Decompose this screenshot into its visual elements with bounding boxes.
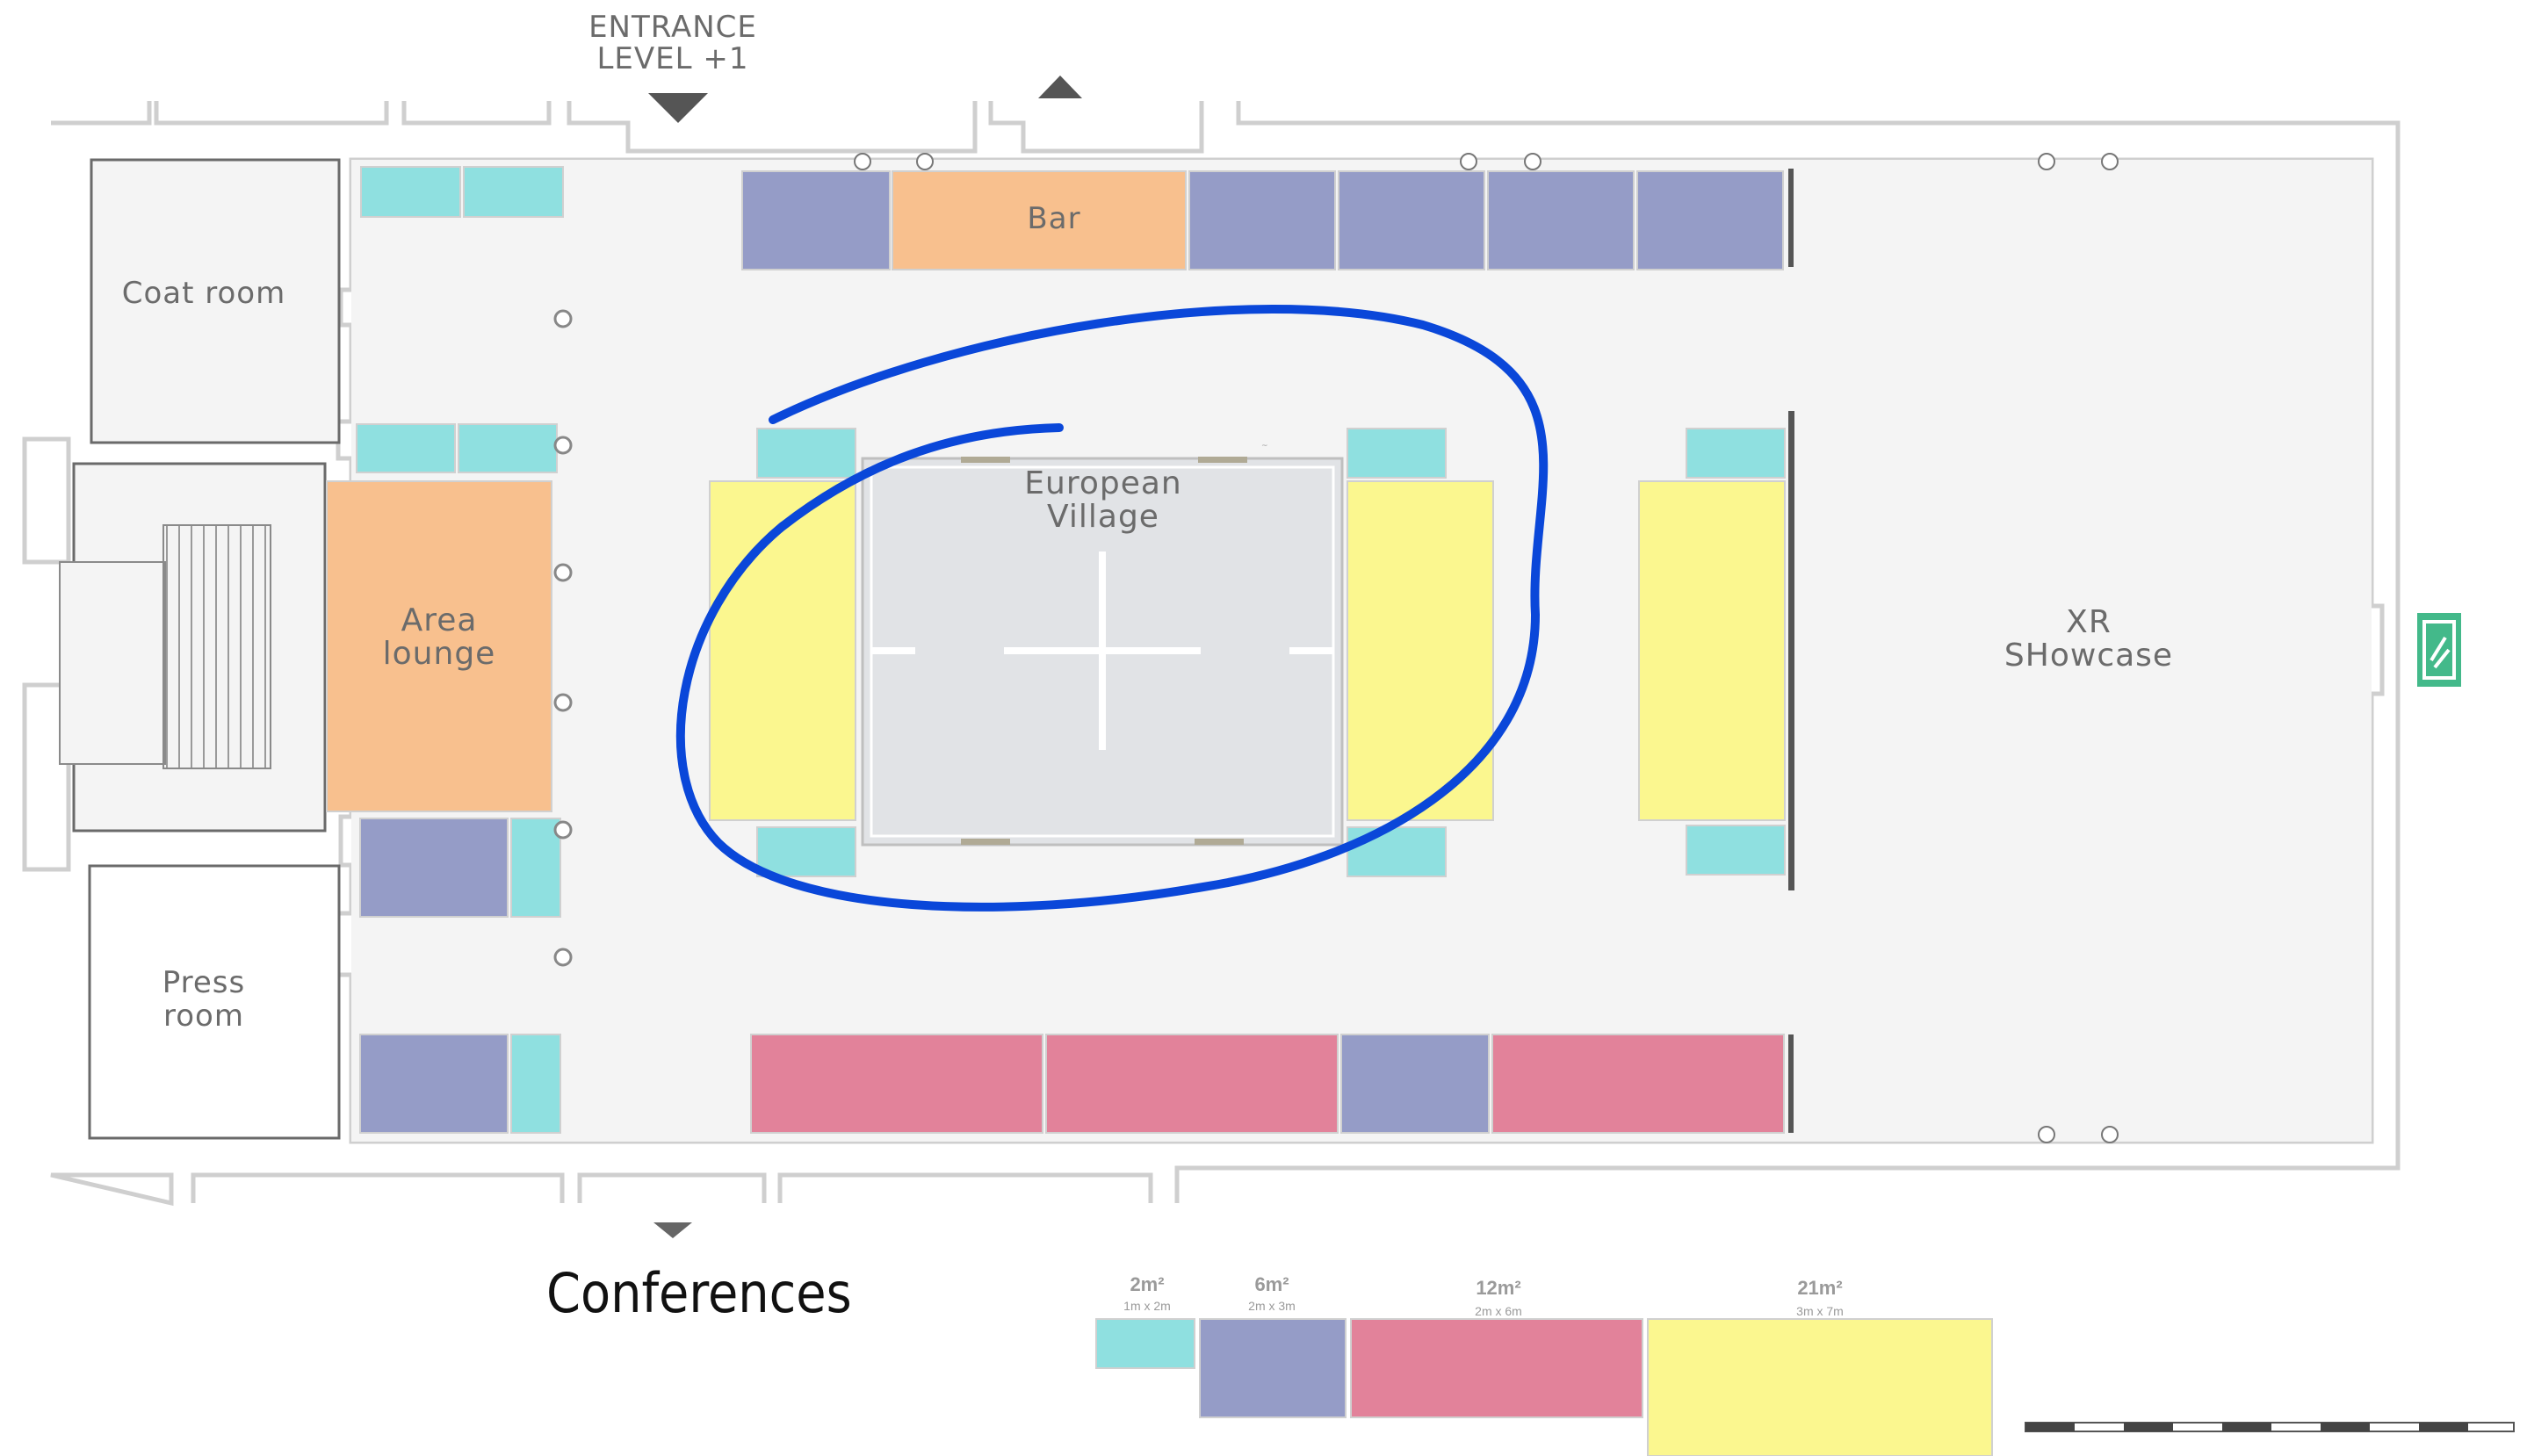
legend: 2m² 1m x 2m 6m² 2m x 3m 12m² 2m x 6m 21m… — [1095, 1273, 1993, 1456]
legend-swatch-21m2 — [1647, 1318, 1993, 1456]
stand-2m2[interactable] — [756, 826, 856, 877]
door-icon — [1460, 153, 1477, 170]
stand-6m2[interactable] — [1636, 170, 1784, 270]
partition-wall — [1788, 1034, 1794, 1133]
bar-label: Bar — [1027, 201, 1080, 236]
legend-area-6m2: 6m² — [1254, 1273, 1289, 1295]
column-icon — [553, 948, 573, 967]
entrance-label-2: LEVEL +1 — [596, 41, 748, 76]
stand-2m2[interactable] — [1686, 428, 1786, 479]
coat-room-label: Coat room — [122, 276, 285, 311]
stand-6m2[interactable] — [1487, 170, 1635, 270]
stand-21m2[interactable] — [709, 480, 856, 821]
column-icon — [553, 436, 573, 455]
european-village-label-2: Village — [1047, 499, 1159, 535]
legend-dims-12m2: 2m x 6m — [1475, 1304, 1522, 1318]
area-lounge-label-2: lounge — [383, 636, 496, 672]
legend-swatch-2m2 — [1095, 1318, 1195, 1369]
column-icon — [553, 309, 573, 328]
xr-showcase-label-1: XR — [2066, 604, 2112, 640]
press-room-label-2: room — [163, 998, 244, 1034]
stand-6m2[interactable] — [359, 818, 509, 918]
stand-2m2[interactable] — [1347, 826, 1447, 877]
legend-dims-2m2: 1m x 2m — [1123, 1299, 1171, 1313]
door-icon — [2101, 1126, 2119, 1143]
stand-2m2[interactable] — [1686, 825, 1786, 876]
stand-6m2[interactable] — [741, 170, 891, 270]
door-icon — [916, 153, 934, 170]
column-icon — [553, 563, 573, 582]
stand-2m2[interactable] — [463, 166, 564, 218]
column-icon — [553, 820, 573, 840]
stand-2m2[interactable] — [510, 1034, 561, 1134]
press-room-label-1: Press — [162, 965, 245, 1000]
door-icon — [854, 153, 871, 170]
xr-showcase-label-2: SHowcase — [2004, 638, 2173, 674]
stand-6m2[interactable] — [1338, 170, 1485, 270]
partition-wall — [1788, 169, 1794, 267]
legend-area-2m2: 2m² — [1130, 1273, 1164, 1295]
door-icon — [1524, 153, 1541, 170]
staircase — [59, 462, 327, 833]
door-icon — [2038, 1126, 2055, 1143]
stand-6m2[interactable] — [359, 1034, 509, 1134]
legend-swatch-6m2 — [1199, 1318, 1347, 1418]
door-icon — [2038, 153, 2055, 170]
up-arrow-icon[interactable] — [1038, 76, 1082, 98]
stand-12m2[interactable] — [750, 1034, 1043, 1134]
dim-tag: ~ — [1261, 442, 1268, 450]
legend-area-21m2: 21m² — [1797, 1277, 1842, 1299]
legend-dims-6m2: 2m x 3m — [1248, 1299, 1296, 1313]
conference-down-arrow-icon[interactable] — [653, 1222, 692, 1238]
stand-2m2[interactable] — [756, 428, 856, 479]
column-icon — [553, 693, 573, 712]
area-lounge-label-1: Area — [401, 602, 478, 638]
conferences-label[interactable]: Conferences — [546, 1261, 852, 1325]
stand-12m2[interactable] — [1045, 1034, 1339, 1134]
entrance-down-arrow-icon[interactable] — [648, 93, 708, 123]
right-stands — [1638, 428, 1786, 876]
scale-bar — [2025, 1422, 2515, 1432]
stand-2m2[interactable] — [1347, 428, 1447, 479]
emergency-exit-icon — [2417, 613, 2461, 687]
floor-plan-map: Coat room Press room Bar Area lounge ~ E… — [22, 10, 2515, 1456]
stand-6m2[interactable] — [1340, 1034, 1490, 1134]
legend-area-12m2: 12m² — [1476, 1277, 1520, 1299]
stand-2m2[interactable] — [458, 423, 558, 473]
stand-12m2[interactable] — [1491, 1034, 1785, 1134]
stand-21m2[interactable] — [1638, 480, 1786, 821]
legend-dims-21m2: 3m x 7m — [1796, 1304, 1844, 1318]
stand-2m2[interactable] — [510, 818, 561, 918]
legend-swatch-12m2 — [1350, 1318, 1643, 1418]
bottom-stand-row — [750, 1034, 1785, 1134]
partition-wall — [1788, 411, 1794, 890]
stand-6m2[interactable] — [1188, 170, 1336, 270]
entrance-label-1: ENTRANCE — [588, 10, 757, 45]
stand-2m2[interactable] — [356, 423, 456, 473]
door-icon — [2101, 153, 2119, 170]
european-village-label-1: European — [1024, 465, 1181, 501]
stand-2m2[interactable] — [360, 166, 461, 218]
